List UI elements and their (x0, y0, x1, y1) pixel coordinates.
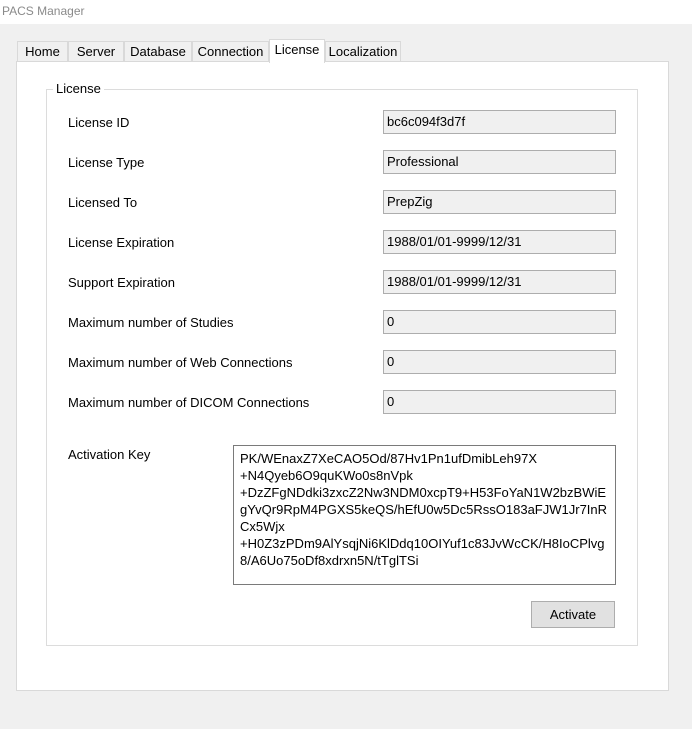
tab-connection[interactable]: Connection (192, 41, 269, 62)
max-studies-field[interactable]: 0 (383, 310, 616, 334)
license-id-label: License ID (68, 115, 130, 130)
activate-button[interactable]: Activate (531, 601, 615, 628)
tab-localization[interactable]: Localization (325, 41, 401, 62)
activation-key-label: Activation Key (68, 447, 151, 462)
license-expiration-label: License Expiration (68, 235, 175, 250)
license-groupbox: License License ID bc6c094f3d7f License … (46, 81, 638, 646)
title-bar: PACS Manager (0, 0, 692, 24)
max-dicom-connections-label: Maximum number of DICOM Connections (68, 395, 310, 410)
tab-database[interactable]: Database (124, 41, 192, 62)
license-id-field[interactable]: bc6c094f3d7f (383, 110, 616, 134)
licensed-to-field[interactable]: PrepZig (383, 190, 616, 214)
license-expiration-field[interactable]: 1988/01/01-9999/12/31 (383, 230, 616, 254)
max-web-connections-label: Maximum number of Web Connections (68, 355, 293, 370)
tab-license[interactable]: License (269, 39, 325, 63)
license-type-label: License Type (68, 155, 145, 170)
tab-server[interactable]: Server (68, 41, 124, 62)
max-studies-label: Maximum number of Studies (68, 315, 234, 330)
window-title: PACS Manager (2, 4, 85, 18)
license-type-field[interactable]: Professional (383, 150, 616, 174)
licensed-to-label: Licensed To (68, 195, 138, 210)
max-web-connections-field[interactable]: 0 (383, 350, 616, 374)
max-dicom-connections-field[interactable]: 0 (383, 390, 616, 414)
license-group-title: License (53, 81, 104, 96)
support-expiration-field[interactable]: 1988/01/01-9999/12/31 (383, 270, 616, 294)
tab-home[interactable]: Home (17, 41, 68, 62)
activation-key-textarea[interactable]: PK/WEnaxZ7XeCAO5Od/87Hv1Pn1ufDmibLeh97X … (233, 445, 616, 585)
tab-panel-license: License License ID bc6c094f3d7f License … (16, 61, 669, 691)
support-expiration-label: Support Expiration (68, 275, 175, 290)
